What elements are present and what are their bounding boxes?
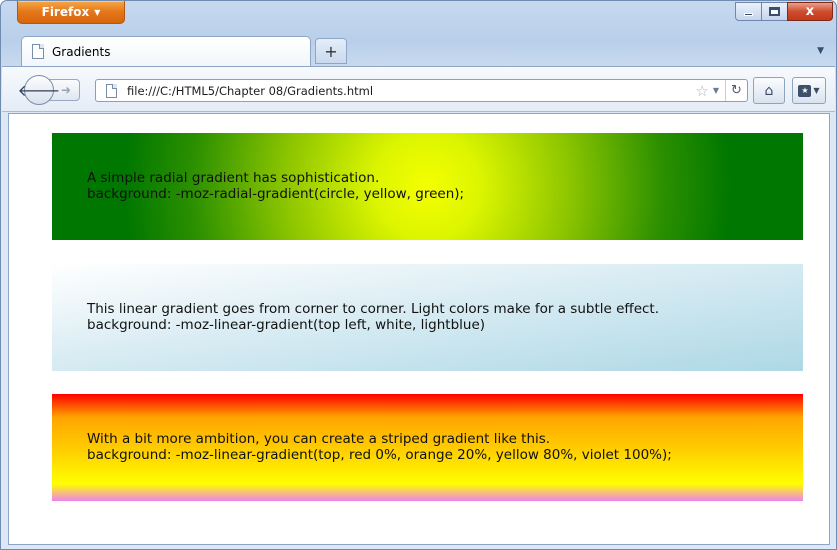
panel-code: background: -moz-linear-gradient(top, re… bbox=[87, 447, 672, 463]
bookmarks-button[interactable]: ★ ▼ bbox=[792, 77, 826, 104]
panel-caption: With a bit more ambition, you can create… bbox=[87, 431, 551, 447]
back-forward-group: 🡐 ➜ bbox=[18, 75, 82, 105]
panel-code: background: -moz-radial-gradient(circle,… bbox=[87, 186, 465, 202]
panel-code: background: -moz-linear-gradient(top lef… bbox=[87, 317, 486, 333]
home-button[interactable]: ⌂ bbox=[753, 77, 785, 104]
plus-icon: + bbox=[324, 41, 338, 61]
firefox-menu-caret-icon: ▼ bbox=[94, 7, 101, 17]
minimize-button[interactable] bbox=[735, 2, 762, 21]
tab-gradients[interactable]: Gradients bbox=[21, 36, 311, 66]
back-arrow-icon: 🡐 bbox=[17, 81, 61, 100]
url-text[interactable]: file:///C:/HTML5/Chapter 08/Gradients.ht… bbox=[127, 84, 373, 98]
firefox-menu-label: Firefox bbox=[41, 5, 90, 19]
browser-window: Firefox ▼ x Gradients + ▼ 🡐 ➜ file:///C:… bbox=[0, 0, 837, 550]
home-icon: ⌂ bbox=[764, 82, 774, 99]
list-all-tabs-icon[interactable]: ▼ bbox=[817, 46, 824, 56]
url-bar-actions: ☆ ▼ ↻ bbox=[695, 80, 747, 101]
minimize-icon bbox=[744, 13, 753, 16]
navigation-toolbar: 🡐 ➜ file:///C:/HTML5/Chapter 08/Gradient… bbox=[2, 66, 835, 112]
reload-icon: ↻ bbox=[731, 83, 742, 98]
close-button[interactable]: x bbox=[787, 2, 833, 21]
reload-button[interactable]: ↻ bbox=[725, 80, 747, 101]
bookmarks-dropdown-icon: ▼ bbox=[813, 86, 820, 95]
site-identity-page-icon bbox=[106, 83, 117, 98]
corner-linear-gradient-panel: This linear gradient goes from corner to… bbox=[52, 264, 803, 371]
page-icon bbox=[32, 44, 44, 59]
panel-caption: This linear gradient goes from corner to… bbox=[87, 301, 660, 317]
close-icon: x bbox=[805, 4, 815, 19]
new-tab-button[interactable]: + bbox=[315, 38, 347, 64]
history-dropdown-icon[interactable]: ▼ bbox=[713, 86, 719, 95]
url-bar[interactable]: file:///C:/HTML5/Chapter 08/Gradients.ht… bbox=[95, 79, 748, 102]
maximize-button[interactable] bbox=[761, 2, 788, 21]
firefox-menu-button[interactable]: Firefox ▼ bbox=[17, 1, 125, 24]
striped-gradient-panel: With a bit more ambition, you can create… bbox=[52, 394, 803, 501]
tab-title: Gradients bbox=[52, 44, 111, 59]
star-icon[interactable]: ☆ bbox=[695, 82, 708, 100]
window-caption-buttons: x bbox=[735, 2, 833, 21]
forward-arrow-icon: ➜ bbox=[60, 83, 72, 97]
bookmarks-icon: ★ bbox=[798, 84, 812, 97]
radial-gradient-panel: A simple radial gradient has sophisticat… bbox=[52, 133, 803, 240]
back-button[interactable]: 🡐 bbox=[18, 75, 60, 105]
maximize-icon bbox=[769, 7, 780, 16]
page-content: A simple radial gradient has sophisticat… bbox=[8, 113, 830, 545]
panel-caption: A simple radial gradient has sophisticat… bbox=[87, 170, 380, 186]
